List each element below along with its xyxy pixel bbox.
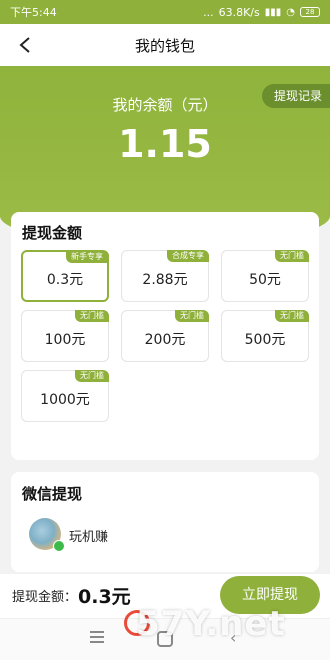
withdraw-amount-title: 提现金额: [22, 224, 83, 242]
chevron-left-icon: [19, 37, 30, 53]
back-button[interactable]: [10, 30, 40, 60]
wechat-withdraw-card: 微信提现 玩机赚: [11, 472, 319, 572]
wifi-icon: ◔: [286, 6, 295, 18]
option-amount: 0.3元: [46, 272, 84, 288]
balance-value: 1.15: [118, 122, 212, 166]
network-speed: 63.8K/s: [218, 5, 260, 19]
navigation-bar: 我的钱包: [0, 24, 330, 66]
wechat-nickname: 玩机赚: [69, 530, 109, 545]
amount-option-50[interactable]: 无门槛 50元: [221, 250, 309, 302]
signal-icon: ▮▮▮: [264, 6, 282, 18]
status-indicators: ... 63.8K/s ▮▮▮ ◔ 28: [203, 6, 320, 19]
watermark: 57Y.net: [136, 604, 286, 644]
option-amount: 50元: [249, 272, 281, 288]
option-amount: 2.88元: [142, 272, 188, 288]
amount-option-2-88[interactable]: 合成专享 2.88元: [121, 250, 209, 302]
battery-icon: 28: [300, 7, 320, 17]
option-amount: 1000元: [40, 392, 90, 408]
amount-option-0-3[interactable]: 新手专享 0.3元: [21, 250, 109, 302]
withdraw-amount-label: 提现金额：: [12, 590, 78, 605]
option-amount: 100元: [44, 332, 86, 348]
status-time: 下午5:44: [10, 6, 57, 19]
amount-option-1000[interactable]: 无门槛 1000元: [21, 370, 109, 422]
status-dots: ...: [203, 5, 214, 19]
status-bar: 下午5:44 ... 63.8K/s ▮▮▮ ◔ 28: [0, 0, 330, 24]
amount-option-200[interactable]: 无门槛 200元: [121, 310, 209, 362]
option-amount: 500元: [244, 332, 286, 348]
page-title: 我的钱包: [134, 36, 195, 55]
option-amount: 200元: [144, 332, 186, 348]
balance-label: 我的余额（元）: [112, 96, 218, 114]
menu-icon[interactable]: [90, 631, 104, 643]
wechat-icon: [53, 540, 65, 552]
amount-option-500[interactable]: 无门槛 500元: [221, 310, 309, 362]
avatar: [29, 518, 65, 552]
withdraw-amount-card: 提现金额 新手专享 0.3元 合成专享 2.88元 无门槛 50元 无门槛 10…: [11, 212, 319, 460]
wechat-withdraw-title: 微信提现: [22, 485, 83, 503]
amount-option-100[interactable]: 无门槛 100元: [21, 310, 109, 362]
withdraw-amount-value: 0.3元: [78, 586, 131, 608]
